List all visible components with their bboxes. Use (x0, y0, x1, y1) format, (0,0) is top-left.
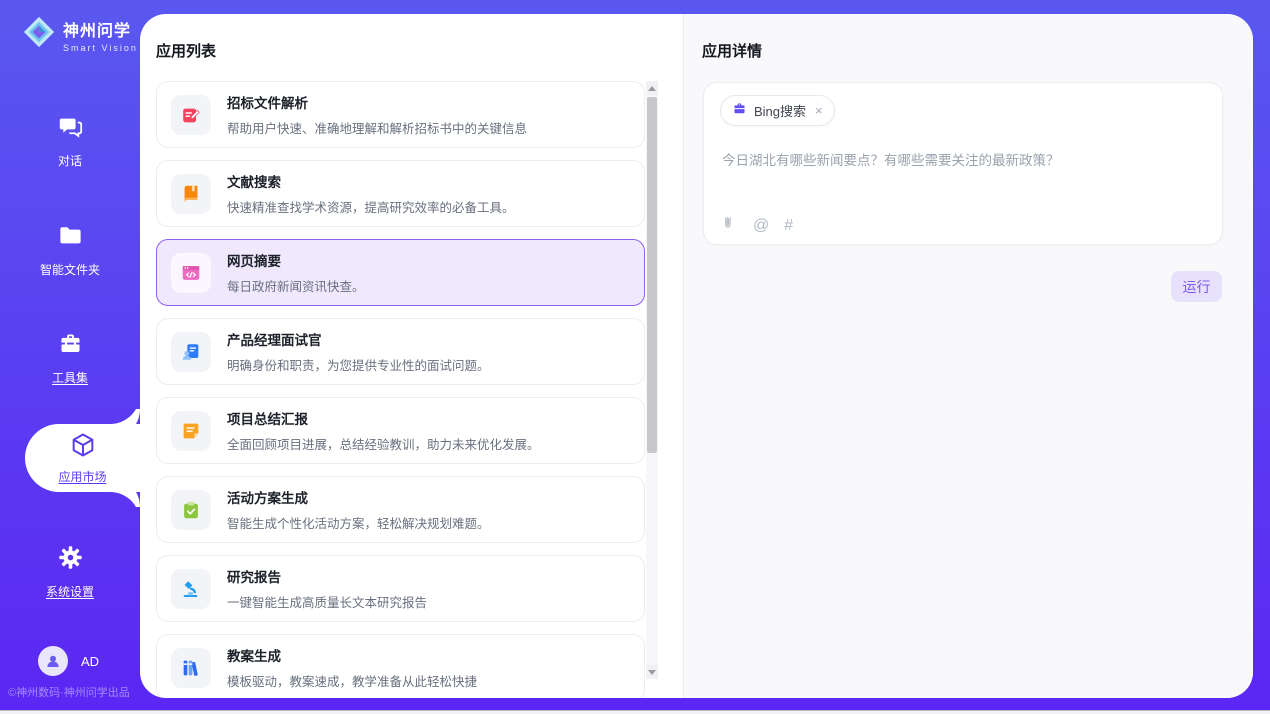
note-icon (171, 411, 211, 451)
clipboard-check-icon (171, 490, 211, 530)
microscope-icon (171, 569, 211, 609)
sidebar-item-settings[interactable]: 系统设置 (0, 544, 140, 600)
app-card-literature-search[interactable]: 文献搜索 快速精准查找学术资源，提高研究效率的必备工具。 (156, 160, 645, 227)
document-edit-icon (171, 95, 211, 135)
sidebar-item-label: 应用市场 (58, 468, 106, 485)
query-input[interactable]: 今日湖北有哪些新闻要点？有哪些需要关注的最新政策？ (722, 151, 1202, 171)
tool-chip-bing-search[interactable]: Bing搜索 × (720, 95, 835, 126)
copyright-text: ©神州数码·神州问学出品 (8, 684, 130, 700)
app-detail-title: 应用详情 (702, 40, 762, 61)
sidebar-item-label: 系统设置 (0, 583, 140, 600)
cube-icon (69, 431, 97, 464)
app-name: 文献搜索 (227, 171, 515, 191)
app-card-bid-parse[interactable]: 招标文件解析 帮助用户快速、准确地理解和解析招标书中的关键信息 (156, 81, 645, 148)
sidebar-item-label: 智能文件夹 (0, 261, 140, 278)
app-window: 神州问学 Smart Vision 对话 智能文件夹 (0, 0, 1270, 714)
app-list-title: 应用列表 (156, 40, 216, 61)
brand-logo: 神州问学 Smart Vision (22, 15, 138, 54)
user-account[interactable]: AD (38, 646, 99, 676)
app-card-lesson-plan[interactable]: 教案生成 模板驱动，教案速成，教学准备从此轻松快捷 (156, 634, 645, 697)
sidebar-item-smart-folder[interactable]: 智能文件夹 (0, 222, 140, 278)
app-desc: 帮助用户快速、准确地理解和解析招标书中的关键信息 (227, 118, 527, 137)
scrollbar-thumb[interactable] (647, 97, 657, 453)
app-name: 招标文件解析 (227, 92, 527, 112)
app-desc: 每日政府新闻资讯快查。 (227, 276, 365, 295)
app-desc: 一键智能生成高质量长文本研究报告 (227, 592, 427, 611)
brand-name: 神州问学 (63, 23, 131, 40)
tool-chip-label: Bing搜索 (754, 101, 806, 120)
run-button[interactable]: 运行 (1171, 271, 1222, 302)
avatar (38, 646, 68, 676)
sidebar-item-chat[interactable]: 对话 (0, 113, 140, 169)
user-initials: AD (81, 654, 99, 669)
input-toolbar: @ # (722, 214, 793, 237)
book-icon (171, 174, 211, 214)
arrow-down-icon (648, 670, 656, 675)
app-list: 招标文件解析 帮助用户快速、准确地理解和解析招标书中的关键信息 文献搜索 快速精… (156, 81, 645, 697)
sidebar: 神州问学 Smart Vision 对话 智能文件夹 (0, 0, 140, 714)
scroll-down-button[interactable] (646, 665, 658, 679)
app-name: 教案生成 (227, 645, 477, 665)
app-detail-pane: 应用详情 Bing搜索 × 今日湖北有哪些新闻要点？有哪些需要关注的最新政策？ (683, 14, 1253, 698)
arrow-up-icon (648, 86, 656, 91)
app-card-event-plan[interactable]: 活动方案生成 智能生成个性化活动方案，轻松解决规划难题。 (156, 476, 645, 543)
briefcase-icon (732, 101, 747, 121)
scroll-up-button[interactable] (646, 81, 658, 95)
app-card-research-report[interactable]: 研究报告 一键智能生成高质量长文本研究报告 (156, 555, 645, 622)
app-desc: 智能生成个性化活动方案，轻松解决规划难题。 (227, 513, 490, 532)
app-desc: 明确身份和职责，为您提供专业性的面试问题。 (227, 355, 490, 374)
app-name: 网页摘要 (227, 250, 365, 270)
mention-icon[interactable]: @ (753, 218, 769, 234)
brand-tagline: Smart Vision (63, 43, 138, 53)
chat-icon (0, 113, 140, 145)
app-list-scrollbar[interactable] (646, 81, 658, 679)
sidebar-item-label: 工具集 (0, 369, 140, 386)
app-desc: 快速精准查找学术资源，提高研究效率的必备工具。 (227, 197, 515, 216)
app-card-pm-interviewer[interactable]: 产品经理面试官 明确身份和职责，为您提供专业性的面试问题。 (156, 318, 645, 385)
books-icon (171, 648, 211, 688)
folder-icon (0, 222, 140, 254)
sidebar-item-app-market[interactable]: 应用市场 (25, 424, 140, 492)
brand-diamond-icon (22, 15, 56, 54)
sidebar-item-label: 对话 (0, 152, 140, 169)
toolbox-icon (0, 330, 140, 362)
app-desc: 模板驱动，教案速成，教学准备从此轻松快捷 (227, 671, 477, 690)
app-card-web-summary[interactable]: 网页摘要 每日政府新闻资讯快查。 (156, 239, 645, 306)
hash-icon[interactable]: # (784, 218, 793, 234)
close-icon[interactable]: × (815, 103, 823, 118)
app-name: 活动方案生成 (227, 487, 490, 507)
app-desc: 全面回顾项目进展，总结经验教训，助力未来优化发展。 (227, 434, 540, 453)
app-name: 产品经理面试官 (227, 329, 490, 349)
app-card-project-summary[interactable]: 项目总结汇报 全面回顾项目进展，总结经验教训，助力未来优化发展。 (156, 397, 645, 464)
paperclip-icon[interactable] (722, 214, 738, 237)
gear-icon (0, 544, 140, 576)
main-content: 应用列表 招标文件解析 帮助用户快速、准确地理解和解析招标书中的关键信息 (140, 14, 1253, 698)
sidebar-item-toolset[interactable]: 工具集 (0, 330, 140, 386)
prompt-card: Bing搜索 × 今日湖北有哪些新闻要点？有哪些需要关注的最新政策？ @ # (703, 82, 1223, 245)
app-name: 项目总结汇报 (227, 408, 540, 428)
bottom-edge-strip (0, 710, 1270, 714)
interviewer-icon (171, 332, 211, 372)
app-name: 研究报告 (227, 566, 427, 586)
browser-code-icon (171, 253, 211, 293)
